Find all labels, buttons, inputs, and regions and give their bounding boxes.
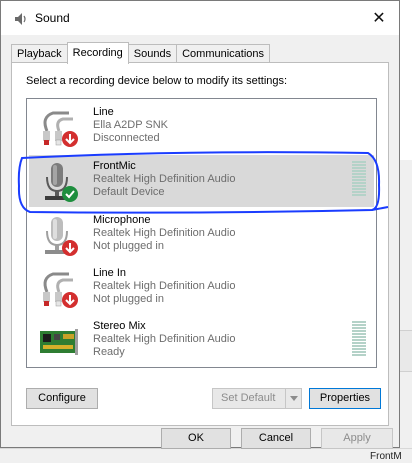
microphone-icon — [45, 217, 78, 256]
device-status: Ready — [93, 346, 125, 358]
device-item-stereo-mix[interactable]: Stereo Mix Realtek High Definition Audio… — [29, 315, 374, 367]
tab-playback[interactable]: Playback — [11, 44, 68, 63]
level-meter — [352, 321, 366, 357]
line-in-cable-icon — [43, 111, 78, 147]
tab-communications[interactable]: Communications — [176, 44, 271, 63]
device-driver: Realtek High Definition Audio — [93, 280, 236, 292]
device-item-microphone[interactable]: Microphone Realtek High Definition Audio… — [29, 209, 374, 261]
device-driver: Realtek High Definition Audio — [93, 173, 236, 185]
line-in-cable-icon — [43, 272, 78, 308]
device-name: Line — [93, 106, 114, 118]
title-bar[interactable]: Sound ✕ — [1, 1, 399, 35]
cancel-button[interactable]: Cancel — [241, 428, 311, 449]
panel-caption: Select a recording device below to modif… — [26, 75, 288, 87]
set-default-button[interactable]: Set Default — [212, 388, 302, 409]
device-name: Line In — [93, 267, 127, 279]
device-item-line[interactable]: Line Ella A2DP SNK Disconnected — [29, 101, 374, 153]
device-status: Default Device — [93, 186, 165, 198]
device-driver: Ella A2DP SNK — [93, 119, 169, 131]
set-default-label: Set Default — [221, 392, 276, 404]
background-window-strip — [399, 330, 412, 372]
device-driver: Realtek High Definition Audio — [93, 227, 236, 239]
tab-recording[interactable]: Recording — [66, 42, 129, 64]
device-name: Microphone — [93, 214, 151, 226]
device-status: Not plugged in — [93, 293, 164, 305]
chevron-down-icon[interactable] — [285, 389, 302, 408]
tab-sounds[interactable]: Sounds — [127, 44, 178, 63]
device-driver: Realtek High Definition Audio — [93, 333, 236, 345]
speaker-icon — [15, 13, 26, 25]
close-button[interactable]: ✕ — [359, 1, 399, 35]
device-name: Stereo Mix — [93, 320, 146, 332]
sound-card-icon — [40, 329, 78, 355]
apply-button[interactable]: Apply — [321, 428, 393, 449]
device-item-line-in[interactable]: Line In Realtek High Definition Audio No… — [29, 262, 374, 314]
tab-strip: Playback Recording Sounds Communications — [11, 42, 271, 64]
sound-dialog: Sound ✕ Playback Recording Sounds Commun… — [0, 0, 400, 449]
close-icon: ✕ — [372, 10, 386, 27]
window-title: Sound — [35, 11, 70, 25]
device-item-frontmic[interactable]: FrontMic Realtek High Definition Audio D… — [29, 155, 374, 207]
device-name: FrontMic — [93, 160, 136, 172]
background-window — [399, 160, 412, 462]
recording-panel: Select a recording device below to modif… — [11, 62, 389, 426]
configure-button[interactable]: Configure — [26, 388, 98, 409]
background-text-fragment: FrontM — [370, 451, 402, 462]
device-list[interactable]: Line Ella A2DP SNK Disconnected FrontMic… — [26, 98, 377, 368]
background-taskbar: FrontM — [0, 448, 412, 463]
ok-button[interactable]: OK — [161, 428, 231, 449]
device-status: Disconnected — [93, 132, 160, 144]
microphone-icon — [45, 163, 78, 202]
device-status: Not plugged in — [93, 240, 164, 252]
properties-button[interactable]: Properties — [309, 388, 381, 409]
level-meter — [352, 161, 366, 197]
